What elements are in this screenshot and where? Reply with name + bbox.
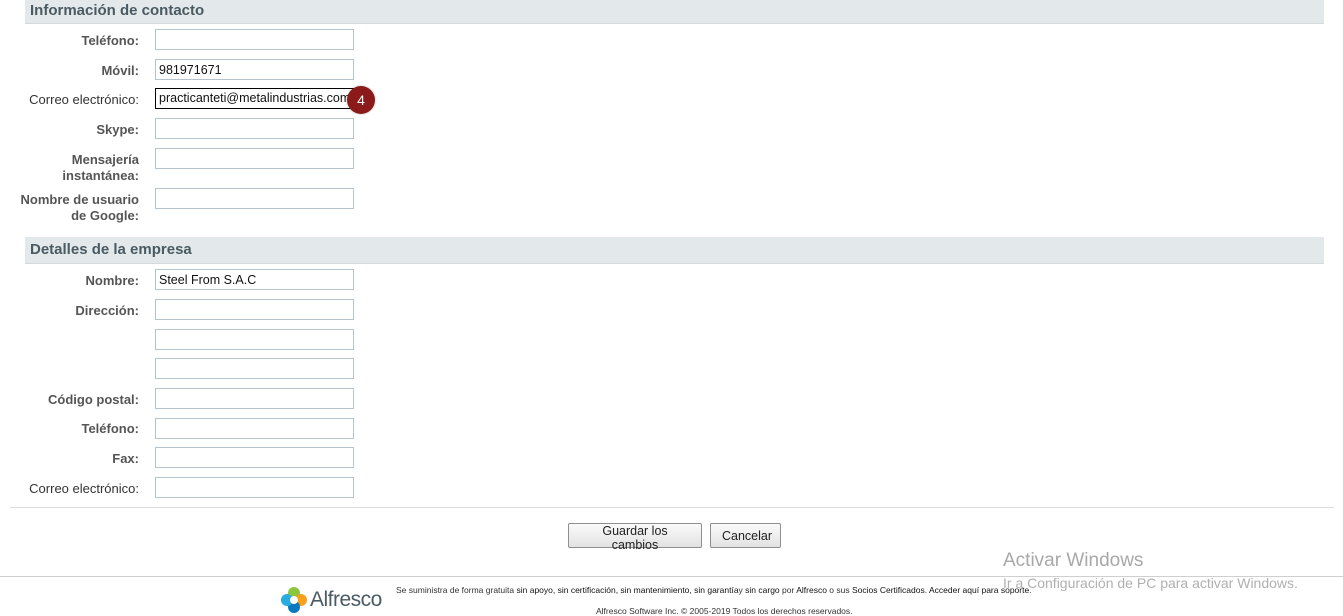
address-field-2[interactable] [155,329,354,350]
company-section-title: Detalles de la empresa [30,241,192,258]
address-field-3[interactable] [155,358,354,379]
contact-section-header: Información de contacto [25,0,1324,24]
google-label-line1: Nombre de usuario [20,192,139,207]
footer-partners-link[interactable]: Socios Certificados [852,585,925,595]
postal-field[interactable] [155,388,354,409]
im-field[interactable] [155,148,354,169]
fax-label: Fax: [112,451,139,466]
company-email-field[interactable] [155,477,354,498]
divider [10,507,1334,508]
phone-label: Teléfono: [81,33,139,48]
activate-windows-title: Activar Windows [1003,550,1144,571]
save-button[interactable]: Guardar los cambios [568,523,702,552]
skype-label: Skype: [96,122,139,137]
alfresco-logo-text: Alfresco [310,588,382,611]
activate-windows-subtitle: Ir a Configuración de PC para activar Wi… [1003,575,1298,591]
footer-text-5: por [779,585,797,595]
google-label-line2: de Google: [71,208,139,223]
skype-field[interactable] [155,118,354,139]
company-email-label: Correo electrónico: [29,481,139,496]
google-field[interactable] [155,188,354,209]
google-label: Nombre de usuario de Google: [21,192,139,224]
step-badge: 4 [347,86,375,114]
cancel-button[interactable]: Cancelar [710,523,781,548]
company-phone-label: Teléfono: [81,421,139,436]
email-field[interactable]: practicanteti@metalindustrias.com [155,88,354,109]
company-phone-field[interactable] [155,418,354,439]
company-name-field[interactable] [155,269,354,290]
postal-label: Código postal: [48,392,139,407]
fax-field[interactable] [155,447,354,468]
address-field-1[interactable] [155,299,354,320]
footer-copyright: Alfresco Software Inc. © 2005-2019 Todos… [596,606,853,616]
footer-text-2: sin apoyo, sin certificación, sin manten… [516,585,739,595]
company-section-header: Detalles de la empresa [25,237,1324,264]
mobile-label: Móvil: [101,63,139,78]
im-label-line1: Mensajería [71,152,139,167]
mobile-field[interactable] [155,59,354,80]
footer-text-1: Se suministra de forma gratuita [396,585,517,595]
address-label: Dirección: [75,303,139,318]
alfresco-logo-icon [281,587,307,613]
email-label: Correo electrónico: [29,92,139,107]
footer-notice: Se suministra de forma gratuita sin apoy… [396,585,1032,595]
company-name-label: Nombre: [85,273,139,288]
im-label-line2: instantánea: [62,168,139,183]
im-label: Mensajería instantánea: [62,152,139,184]
phone-field[interactable] [155,29,354,50]
footer-text-4: sin cargo [745,585,780,595]
contact-section-title: Información de contacto [30,2,205,19]
footer-alfresco-link[interactable]: Alfresco [796,585,827,595]
footer-text-7: o sus [826,585,852,595]
